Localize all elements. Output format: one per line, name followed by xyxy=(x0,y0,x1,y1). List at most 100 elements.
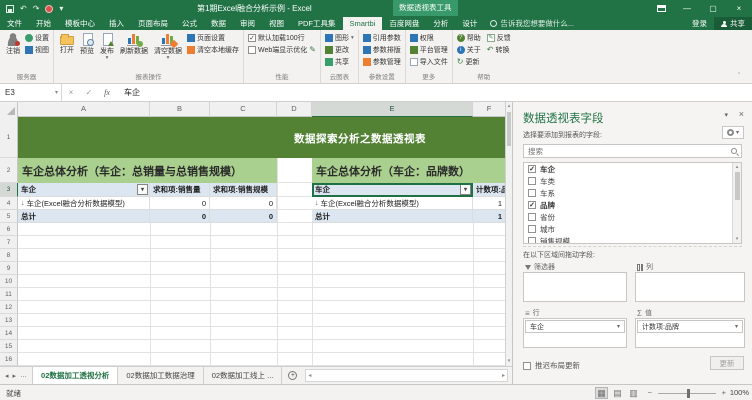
normal-view-button[interactable]: ▦ xyxy=(595,387,608,399)
tab-analyze[interactable]: 分析 xyxy=(426,17,455,30)
field-item-city[interactable]: 城市 xyxy=(524,223,741,235)
chart-button[interactable]: 图形▾ xyxy=(325,32,354,44)
qat-dropdown-icon[interactable]: ▾ xyxy=(59,4,63,14)
left-pivot-header-sales-scale[interactable]: 求和项:销售规模 xyxy=(210,183,277,197)
right-pivot-row-label[interactable]: ↓车企(Excel融合分析数据模型) xyxy=(312,197,473,210)
checkbox-checked-icon[interactable]: ✓ xyxy=(528,201,536,209)
row-header-15[interactable]: 15 xyxy=(0,340,18,353)
platform-manage-button[interactable]: 平台管理 xyxy=(410,44,448,56)
collapse-ribbon-icon[interactable]: ˆ xyxy=(738,74,744,80)
row-header-6[interactable]: 6 xyxy=(0,223,18,236)
close-button[interactable]: × xyxy=(726,0,752,17)
publish-dropdown-icon[interactable]: ▾ xyxy=(106,56,109,60)
row-header-16[interactable]: 16 xyxy=(0,353,18,366)
convert-button[interactable]: ↶转换 xyxy=(487,45,510,55)
field-item-carseries[interactable]: 车系 xyxy=(524,187,741,199)
left-pivot-total-label[interactable]: 总计 xyxy=(18,210,150,223)
update-button[interactable]: 更新 xyxy=(710,356,744,370)
page-layout-view-button[interactable]: ▤ xyxy=(611,387,624,399)
minimize-button[interactable]: — xyxy=(674,0,700,17)
pill-dropdown-icon[interactable]: ▾ xyxy=(617,323,620,330)
field-list-scrollbar[interactable]: ▴ ▾ xyxy=(732,163,741,243)
sheet-tab-online[interactable]: 02数据加工线上 ... xyxy=(204,367,283,384)
zoom-out-button[interactable]: − xyxy=(648,388,652,397)
sheet-tab-pivot-analysis[interactable]: 02数据加工透视分析 xyxy=(32,367,118,384)
field-search-box[interactable] xyxy=(523,144,742,158)
right-pivot-header-carmaker[interactable]: 车企 ▾ xyxy=(312,183,473,197)
name-box[interactable]: E3 ▾ xyxy=(0,84,62,101)
hscroll-right-icon[interactable]: ▸ xyxy=(500,372,507,379)
sheet-nav-more-icon[interactable]: … xyxy=(20,372,27,379)
chart-dropdown-icon[interactable]: ▾ xyxy=(351,36,354,40)
param-layout-button[interactable]: 参数排版 xyxy=(363,44,401,56)
right-pivot-total-label[interactable]: 总计 xyxy=(312,210,473,223)
scroll-down-icon[interactable]: ▾ xyxy=(506,357,512,366)
rows-area-box[interactable]: 车企▾ xyxy=(523,318,627,348)
settings-button[interactable]: 设置 xyxy=(25,32,49,44)
param-manage-button[interactable]: 参数管理 xyxy=(363,56,401,68)
column-header-a[interactable]: A xyxy=(18,102,150,117)
tab-view[interactable]: 视图 xyxy=(262,17,291,30)
clear-dropdown-icon[interactable]: ▾ xyxy=(167,56,170,60)
sheet-tab-data-governance[interactable]: 02数据加工数据治理 xyxy=(118,367,203,384)
defer-layout-checkbox[interactable]: 推迟布局更新 xyxy=(523,360,580,371)
permission-button[interactable]: 权限 xyxy=(410,32,448,44)
import-file-button[interactable]: 导入文件 xyxy=(410,56,448,68)
pane-close-icon[interactable]: × xyxy=(739,109,744,119)
checkbox-checked-icon[interactable]: ✓ xyxy=(528,165,536,173)
share-button[interactable]: 共享 xyxy=(714,17,752,30)
about-button[interactable]: i关于 xyxy=(457,45,481,55)
left-pivot-value-cell[interactable]: 0 xyxy=(150,197,210,210)
zoom-percent[interactable]: 100% xyxy=(730,388,749,397)
feedback-button[interactable]: ✎反馈 xyxy=(487,33,511,43)
field-item-sales-scale[interactable]: 销售规模 xyxy=(524,235,741,244)
change-button[interactable]: 更改 xyxy=(325,44,354,56)
field-item-brand[interactable]: ✓品牌 xyxy=(524,199,741,211)
values-area-box[interactable]: 计数项:品牌▾ xyxy=(635,318,745,348)
filter-dropdown-icon[interactable]: ▾ xyxy=(460,184,471,195)
fields-options-button[interactable]: ▾ xyxy=(722,126,744,139)
tab-design[interactable]: 设计 xyxy=(455,17,484,30)
horizontal-scrollbar[interactable]: ◂ ▸ xyxy=(305,369,508,382)
tab-home[interactable]: 开始 xyxy=(29,17,58,30)
sign-in-button[interactable]: 登录 xyxy=(685,17,714,30)
expand-arrow-icon[interactable]: ↓ xyxy=(315,200,319,207)
row-header-11[interactable]: 11 xyxy=(0,288,18,301)
sheet-nav-left-icon[interactable]: ◂ xyxy=(5,372,9,380)
left-pivot-total-value[interactable]: 0 xyxy=(150,210,210,223)
row-header-12[interactable]: 12 xyxy=(0,301,18,314)
hscroll-left-icon[interactable]: ◂ xyxy=(306,372,313,379)
worksheet-grid[interactable]: A B C D E F 1 2 3 4 5 6 7 8 9 10 11 12 1… xyxy=(0,102,505,366)
checkbox-icon[interactable] xyxy=(528,189,536,197)
maximize-button[interactable]: ▢ xyxy=(700,0,726,17)
tab-template-center[interactable]: 模板中心 xyxy=(58,17,102,30)
pencil-icon[interactable]: ✎ xyxy=(309,46,316,54)
right-pivot-total-value[interactable]: 1 xyxy=(473,210,505,223)
vertical-scrollbar[interactable]: ▴ ▾ xyxy=(505,102,512,366)
cloud-share-button[interactable]: 共享 xyxy=(325,56,354,68)
select-all-corner[interactable] xyxy=(0,102,18,117)
checkbox-icon[interactable] xyxy=(528,177,536,185)
tab-file[interactable]: 文件 xyxy=(0,17,29,30)
checkbox-icon[interactable] xyxy=(528,237,536,244)
tell-me-box[interactable]: 告诉我您想要做什么... xyxy=(484,17,580,30)
ref-param-button[interactable]: 引用参数 xyxy=(363,32,401,44)
column-header-d[interactable]: D xyxy=(277,102,312,117)
checkbox-icon[interactable] xyxy=(528,225,536,233)
tab-baidu-netdisk[interactable]: 百度网盘 xyxy=(382,17,426,30)
ribbon-display-options-button[interactable] xyxy=(648,0,674,17)
logout-button[interactable]: 注销 xyxy=(4,32,22,57)
page-break-view-button[interactable]: ▥ xyxy=(627,387,640,399)
enter-formula-icon[interactable]: ✓ xyxy=(80,84,98,101)
left-pivot-header-carmaker[interactable]: 车企 ▾ xyxy=(18,183,150,197)
row-header-2[interactable]: 2 xyxy=(0,158,18,183)
column-header-f[interactable]: F xyxy=(473,102,505,117)
tab-smartbi[interactable]: Smartbi xyxy=(343,17,383,30)
left-pivot-header-sales-qty[interactable]: 求和项:销售量 xyxy=(150,183,210,197)
undo-icon[interactable]: ↶ xyxy=(20,4,27,14)
column-header-c[interactable]: C xyxy=(210,102,277,117)
tab-page-layout[interactable]: 页面布局 xyxy=(131,17,175,30)
publish-button[interactable]: 发布 ▾ xyxy=(98,32,116,61)
load-100-checkbox[interactable]: ✓默认加载100行 xyxy=(248,32,316,44)
left-pivot-row-label[interactable]: ↓车企(Excel融合分析数据模型) xyxy=(18,197,150,210)
